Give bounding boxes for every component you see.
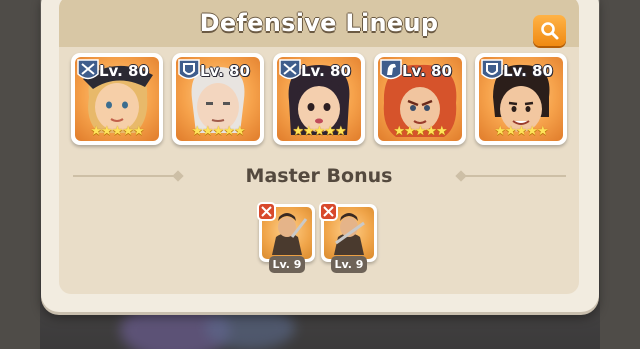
search-button[interactable] [533,15,566,46]
background-right [600,0,640,349]
hero-slot-2[interactable]: Lv. 80 ★★★★★ [172,53,264,145]
hero-stars: ★★★★★ [191,124,245,139]
background-left [0,0,40,349]
hero-portrait: Lv. 80 ★★★★★ [378,57,462,141]
hero-level: Lv. 80 [503,62,553,80]
master-bonus-item-1[interactable]: Lv. 9 [257,202,315,273]
bonus-level: Lv. 9 [269,256,305,273]
hero-level: Lv. 80 [99,62,149,80]
hero-level: Lv. 80 [200,62,250,80]
hero-stars: ★★★★★ [494,124,548,139]
crossed-swords-icon [319,202,338,221]
hero-portrait: Lv. 80 ★★★★★ [479,57,563,141]
bonus-level: Lv. 9 [331,256,367,273]
hero-slot-1[interactable]: Lv. 80 ★★★★★ [71,53,163,145]
hero-stars: ★★★★★ [393,124,447,139]
hero-slot-4[interactable]: Lv. 80 ★★★★★ [374,53,466,145]
master-bonus-item-2[interactable]: Lv. 9 [319,202,377,273]
hero-stars: ★★★★★ [292,124,346,139]
hero-stars: ★★★★★ [90,124,144,139]
hero-level: Lv. 80 [301,62,351,80]
crossbow-icon [279,59,301,80]
shield-icon [481,59,503,80]
horse-icon [380,59,402,80]
hero-slot-5[interactable]: Lv. 80 ★★★★★ [475,53,567,145]
hero-portrait: Lv. 80 ★★★★★ [176,57,260,141]
hero-level: Lv. 80 [402,62,452,80]
crossed-swords-icon [257,202,276,221]
crossbow-icon [77,59,99,80]
lineup-panel: Defensive Lineup Lv. 80 ★★★★★ Lv. 80 ★★★… [59,0,579,294]
hero-portrait: Lv. 80 ★★★★★ [75,57,159,141]
magnifier-icon [540,21,558,39]
master-bonus-title: Master Bonus [245,165,393,187]
defensive-lineup-dialog: Defensive Lineup Lv. 80 ★★★★★ Lv. 80 ★★★… [41,0,599,312]
hero-slot-3[interactable]: Lv. 80 ★★★★★ [273,53,365,145]
shield-icon [178,59,200,80]
hero-portrait: Lv. 80 ★★★★★ [277,57,361,141]
dialog-title: Defensive Lineup [199,9,439,37]
